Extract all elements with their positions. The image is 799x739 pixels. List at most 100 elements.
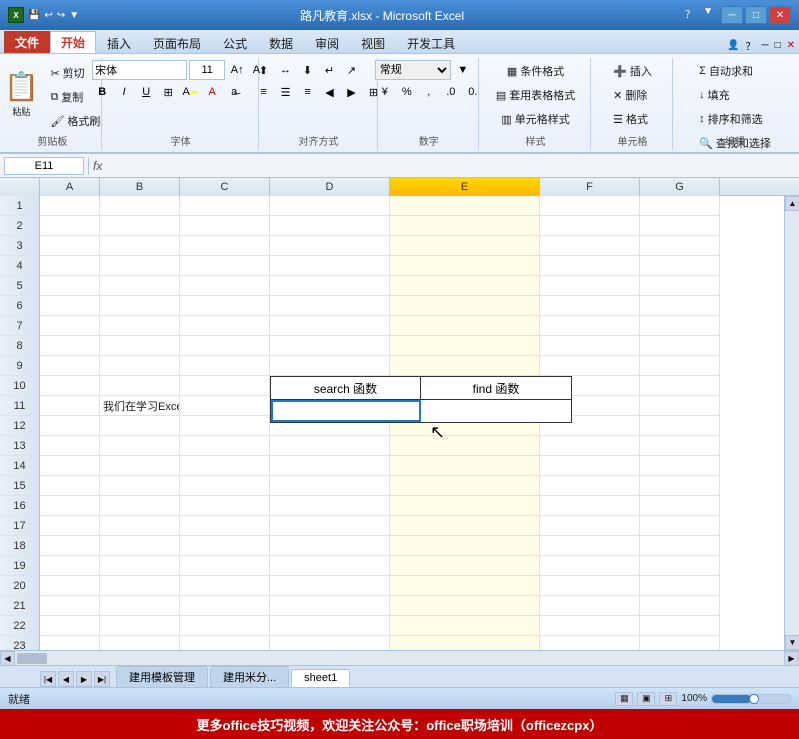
autosum-btn[interactable]: Σ 自动求和 (694, 60, 758, 82)
normal-view-btn[interactable]: ▦ (615, 692, 633, 706)
cell-e8[interactable] (390, 336, 540, 356)
cell-e18[interactable] (390, 536, 540, 556)
cell-a9[interactable] (40, 356, 100, 376)
row-num-19[interactable]: 19 (0, 556, 39, 576)
row-num-6[interactable]: 6 (0, 296, 39, 316)
cell-f1[interactable] (540, 196, 640, 216)
cell-e14[interactable] (390, 456, 540, 476)
table-format-btn[interactable]: ▤ 套用表格格式 (491, 84, 580, 106)
sheet-tab-1[interactable]: 建用模板管理 (116, 666, 208, 687)
strikethrough-button[interactable]: a̶ (224, 82, 244, 102)
cell-b23[interactable] (100, 636, 180, 650)
cell-d23[interactable] (270, 636, 390, 650)
cell-b1[interactable] (100, 196, 180, 216)
text-wrap-btn[interactable]: ↵ (320, 60, 340, 80)
cell-g14[interactable] (640, 456, 720, 476)
row-num-1[interactable]: 1 (0, 196, 39, 216)
zoom-slider[interactable] (711, 694, 791, 704)
cell-e21[interactable] (390, 596, 540, 616)
cell-g1[interactable] (640, 196, 720, 216)
row-num-15[interactable]: 15 (0, 476, 39, 496)
cell-g12[interactable] (640, 416, 720, 436)
row-num-12[interactable]: 12 (0, 416, 39, 436)
cell-c21[interactable] (180, 596, 270, 616)
row-num-21[interactable]: 21 (0, 596, 39, 616)
cell-g21[interactable] (640, 596, 720, 616)
cell-d21[interactable] (270, 596, 390, 616)
font-size-input[interactable] (189, 60, 225, 80)
cell-b10[interactable] (100, 376, 180, 396)
cell-b14[interactable] (100, 456, 180, 476)
cell-a18[interactable] (40, 536, 100, 556)
cell-g7[interactable] (640, 316, 720, 336)
sheet-nav-prev[interactable]: ◀ (58, 671, 74, 687)
cell-a17[interactable] (40, 516, 100, 536)
cell-e23[interactable] (390, 636, 540, 650)
cell-f16[interactable] (540, 496, 640, 516)
cell-c8[interactable] (180, 336, 270, 356)
cell-b8[interactable] (100, 336, 180, 356)
percent-btn[interactable]: % (397, 82, 417, 102)
row-num-9[interactable]: 9 (0, 356, 39, 376)
fill-color-button[interactable]: A (180, 82, 200, 102)
cell-c7[interactable] (180, 316, 270, 336)
cell-a4[interactable] (40, 256, 100, 276)
indent-increase-btn[interactable]: ▶ (342, 82, 362, 102)
cell-a2[interactable] (40, 216, 100, 236)
cell-a19[interactable] (40, 556, 100, 576)
cell-a13[interactable] (40, 436, 100, 456)
bold-button[interactable]: B (92, 82, 112, 102)
close-button[interactable]: ✕ (769, 6, 791, 24)
cell-b20[interactable] (100, 576, 180, 596)
italic-button[interactable]: I (114, 82, 134, 102)
row-num-2[interactable]: 2 (0, 216, 39, 236)
increase-font-btn[interactable]: A↑ (227, 60, 247, 80)
cell-c14[interactable] (180, 456, 270, 476)
cell-e20[interactable] (390, 576, 540, 596)
cell-c18[interactable] (180, 536, 270, 556)
zoom-thumb[interactable] (749, 694, 759, 704)
cell-g13[interactable] (640, 436, 720, 456)
sheet-nav-first[interactable]: |◀ (40, 671, 56, 687)
cell-d20[interactable] (270, 576, 390, 596)
cell-c3[interactable] (180, 236, 270, 256)
tab-home[interactable]: 开始 (50, 31, 96, 53)
cell-b5[interactable] (100, 276, 180, 296)
conditional-format-btn[interactable]: ▦ 条件格式 (502, 60, 569, 82)
rotate-text-btn[interactable]: ↗ (342, 60, 362, 80)
cell-f13[interactable] (540, 436, 640, 456)
tab-data[interactable]: 数据 (258, 31, 304, 53)
row-num-4[interactable]: 4 (0, 256, 39, 276)
cell-d5[interactable] (270, 276, 390, 296)
cell-f14[interactable] (540, 456, 640, 476)
cell-f15[interactable] (540, 476, 640, 496)
cell-e19[interactable] (390, 556, 540, 576)
table-data-cell-1[interactable] (421, 400, 571, 422)
cell-d17[interactable] (270, 516, 390, 536)
cell-g6[interactable] (640, 296, 720, 316)
cell-g23[interactable] (640, 636, 720, 650)
cell-a7[interactable] (40, 316, 100, 336)
cell-e3[interactable] (390, 236, 540, 256)
cell-g3[interactable] (640, 236, 720, 256)
cell-e5[interactable] (390, 276, 540, 296)
sort-filter-btn[interactable]: ↕ 排序和筛选 (694, 108, 768, 130)
ribbon-collapse-btn[interactable]: ─ (761, 40, 768, 51)
currency-btn[interactable]: ¥ (375, 82, 395, 102)
app-minimize-btn[interactable]: □ (775, 40, 781, 51)
font-name-input[interactable] (92, 60, 187, 80)
cell-g16[interactable] (640, 496, 720, 516)
help-icon[interactable]: ？ (685, 6, 695, 24)
cell-d18[interactable] (270, 536, 390, 556)
decimal-increase-btn[interactable]: .0 (441, 82, 461, 102)
page-break-btn[interactable]: ⊞ (659, 692, 677, 706)
tab-file[interactable]: 文件 (4, 31, 50, 53)
row-num-3[interactable]: 3 (0, 236, 39, 256)
cell-c2[interactable] (180, 216, 270, 236)
cell-b2[interactable] (100, 216, 180, 236)
row-num-17[interactable]: 17 (0, 516, 39, 536)
cell-c23[interactable] (180, 636, 270, 650)
cell-a11[interactable] (40, 396, 100, 416)
cell-d8[interactable] (270, 336, 390, 356)
cell-c11[interactable] (180, 396, 270, 416)
